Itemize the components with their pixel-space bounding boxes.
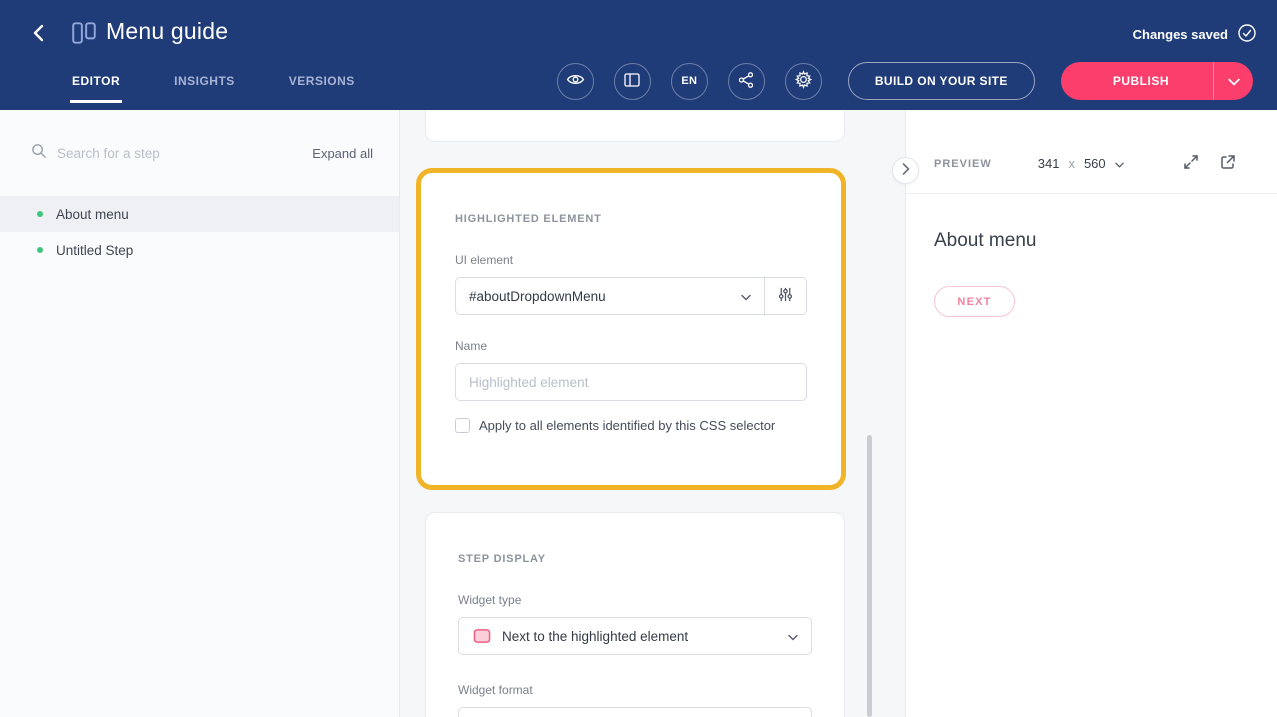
settings-button[interactable] xyxy=(785,63,822,100)
layout-button[interactable] xyxy=(614,63,651,100)
chevron-down-icon xyxy=(788,629,798,644)
ui-element-select[interactable]: #aboutDropdownMenu xyxy=(455,277,765,315)
apply-all-checkbox[interactable] xyxy=(455,418,470,433)
preview-size-select[interactable]: 341 x 560 xyxy=(1038,156,1124,171)
widget-type-label: Widget type xyxy=(458,593,812,607)
step-status-dot xyxy=(37,247,43,253)
element-name-input[interactable] xyxy=(455,363,807,401)
editor-scrollbar[interactable] xyxy=(867,435,872,717)
eye-icon xyxy=(566,70,585,92)
chevron-down-icon xyxy=(1228,74,1240,89)
widget-format-label: Widget format xyxy=(458,683,812,697)
topbar-actions: EN BUILD ON YOUR SITE PUBLISH xyxy=(557,62,1253,100)
topbar-tabs: EDITOR INSIGHTS VERSIONS xyxy=(70,64,357,103)
search-input[interactable] xyxy=(57,146,302,161)
external-link-icon xyxy=(1219,153,1237,174)
preview-width-value: 341 xyxy=(1038,156,1060,171)
tab-versions[interactable]: VERSIONS xyxy=(287,64,357,103)
language-button[interactable]: EN xyxy=(671,63,708,100)
chevron-down-icon xyxy=(1115,156,1124,171)
search-icon xyxy=(30,142,47,164)
publish-split-button: PUBLISH xyxy=(1061,62,1253,100)
step-label: Untitled Step xyxy=(56,243,133,258)
chevron-left-icon xyxy=(27,33,51,48)
preview-header-icons xyxy=(1182,153,1237,174)
topbar: Menu guide Changes saved EDITOR INSIGHTS… xyxy=(0,0,1277,110)
tab-editor[interactable]: EDITOR xyxy=(70,64,122,103)
share-icon xyxy=(737,71,755,92)
publish-dropdown-button[interactable] xyxy=(1213,62,1253,100)
ui-element-value: #aboutDropdownMenu xyxy=(469,289,606,304)
previous-section-card xyxy=(425,110,845,142)
preview-panel: PREVIEW 341 x 560 xyxy=(905,110,1277,717)
preview-header: PREVIEW 341 x 560 xyxy=(906,110,1277,194)
gear-icon xyxy=(794,70,813,92)
publish-button[interactable]: PUBLISH xyxy=(1061,62,1213,100)
check-circle-icon xyxy=(1237,23,1257,46)
step-item-untitled-step[interactable]: Untitled Step xyxy=(0,232,399,268)
step-display-card: STEP DISPLAY Widget type Next to the hig… xyxy=(425,512,845,717)
preview-title: PREVIEW xyxy=(934,158,992,170)
tab-insights[interactable]: INSIGHTS xyxy=(172,64,237,103)
highlighted-element-card: HIGHLIGHTED ELEMENT UI element #aboutDro… xyxy=(416,168,846,490)
back-button[interactable] xyxy=(26,21,52,47)
tooltip-widget-icon xyxy=(472,628,492,645)
widget-format-select[interactable] xyxy=(458,707,812,717)
name-label: Name xyxy=(455,339,807,353)
preview-eye-button[interactable] xyxy=(557,63,594,100)
ui-element-label: UI element xyxy=(455,253,807,267)
changes-saved: Changes saved xyxy=(1133,23,1257,46)
changes-saved-label: Changes saved xyxy=(1133,27,1228,42)
preview-body: About menu NEXT xyxy=(906,194,1277,353)
layout-icon xyxy=(623,71,641,92)
steps-list: About menu Untitled Step xyxy=(0,196,399,268)
size-separator: x xyxy=(1068,156,1075,171)
preview-next-button[interactable]: NEXT xyxy=(934,286,1015,317)
page-title: Menu guide xyxy=(106,18,228,45)
ui-element-select-group: #aboutDropdownMenu xyxy=(455,277,807,315)
share-button[interactable] xyxy=(728,63,765,100)
preview-step-title: About menu xyxy=(934,230,1249,252)
chevron-down-icon xyxy=(741,289,751,304)
steps-sidebar: Expand all About menu Untitled Step xyxy=(0,110,400,717)
step-label: About menu xyxy=(56,207,129,222)
preview-height-value: 560 xyxy=(1084,156,1106,171)
build-on-site-button[interactable]: BUILD ON YOUR SITE xyxy=(848,62,1035,100)
widget-type-value: Next to the highlighted element xyxy=(502,629,688,644)
chevron-right-icon xyxy=(902,163,910,178)
selector-settings-button[interactable] xyxy=(765,277,807,315)
expand-all-link[interactable]: Expand all xyxy=(312,146,373,161)
step-search-row: Expand all xyxy=(0,110,399,164)
apply-all-checkbox-row[interactable]: Apply to all elements identified by this… xyxy=(455,418,807,433)
step-item-about-menu[interactable]: About menu xyxy=(0,196,399,232)
section-title: STEP DISPLAY xyxy=(458,553,812,565)
expand-icon xyxy=(1182,153,1200,174)
collapse-panel-button[interactable] xyxy=(892,157,919,184)
fullscreen-button[interactable] xyxy=(1182,153,1200,174)
sliders-icon xyxy=(777,286,794,306)
apply-all-checkbox-label: Apply to all elements identified by this… xyxy=(479,418,775,433)
step-status-dot xyxy=(37,211,43,217)
section-title: HIGHLIGHTED ELEMENT xyxy=(455,213,807,225)
guide-logo-icon xyxy=(70,19,98,47)
open-external-button[interactable] xyxy=(1219,153,1237,174)
editor-main: HIGHLIGHTED ELEMENT UI element #aboutDro… xyxy=(401,110,905,717)
widget-type-select[interactable]: Next to the highlighted element xyxy=(458,617,812,655)
